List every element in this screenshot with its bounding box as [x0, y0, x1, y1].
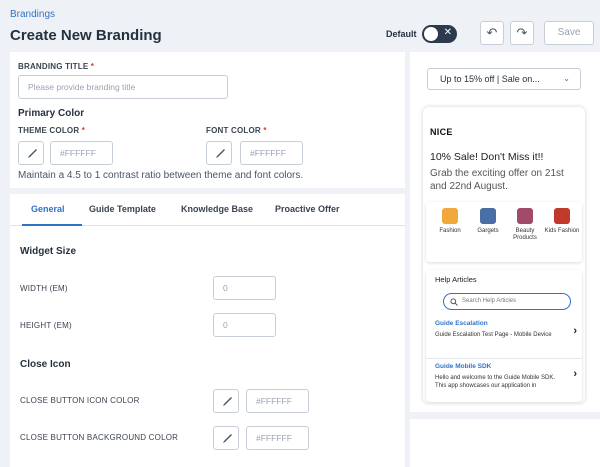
- category-kids-fashion[interactable]: Kids Fashion: [544, 208, 580, 235]
- font-color-picker-button[interactable]: [206, 141, 232, 165]
- font-color-input[interactable]: #FFFFFF: [240, 141, 303, 165]
- tab-knowledge-base[interactable]: Knowledge Base: [181, 204, 253, 214]
- dress-icon: [442, 208, 458, 224]
- category-fashion[interactable]: Fashion: [432, 208, 468, 235]
- close-bg-color-input[interactable]: #FFFFFF: [246, 426, 309, 450]
- chevron-down-icon: ⌄: [563, 74, 570, 83]
- eyedropper-icon: [223, 397, 232, 406]
- offer-select-value: Up to 15% off | Sale on...: [440, 74, 540, 84]
- close-bg-color-picker-button[interactable]: [213, 426, 239, 450]
- toggle-knob: [424, 27, 438, 41]
- preview-logo: NICE: [430, 127, 453, 137]
- theme-color-input[interactable]: #FFFFFF: [50, 141, 113, 165]
- article-title: Guide Escalation: [435, 320, 488, 327]
- height-input[interactable]: 0: [213, 313, 276, 337]
- widget-size-heading: Widget Size: [20, 246, 77, 257]
- width-input[interactable]: 0: [213, 276, 276, 300]
- close-bg-color-label: CLOSE BUTTON BACKGROUND COLOR: [20, 433, 179, 442]
- tab-proactive-offer[interactable]: Proactive Offer: [275, 204, 340, 214]
- page-title: Create New Branding: [10, 27, 162, 44]
- tab-guide-template[interactable]: Guide Template: [89, 204, 156, 214]
- undo-icon: ↶: [486, 25, 498, 40]
- branding-tabs-panel: General Guide Template Knowledge Base Pr…: [10, 194, 405, 467]
- redo-button[interactable]: ↷: [510, 21, 534, 45]
- article-item[interactable]: Guide Escalation Guide Escalation Test P…: [435, 320, 577, 339]
- category-gargets[interactable]: Gargets: [470, 208, 506, 235]
- default-label: Default: [386, 29, 417, 39]
- kids-icon: [554, 208, 570, 224]
- width-label: WIDTH (EM): [20, 284, 68, 293]
- default-toggle[interactable]: ✕: [422, 25, 457, 43]
- offer-select[interactable]: Up to 15% off | Sale on... ⌄: [427, 68, 581, 90]
- close-icon-color-picker-button[interactable]: [213, 389, 239, 413]
- search-icon: [450, 298, 458, 306]
- widget-preview: NICE 10% Sale! Don't Miss it!! Grab the …: [423, 107, 585, 403]
- eyedropper-icon: [216, 149, 225, 158]
- laptop-icon: [480, 208, 496, 224]
- category-label: Fashion: [439, 228, 461, 234]
- beauty-icon: [517, 208, 533, 224]
- height-label: HEIGHT (EM): [20, 321, 72, 330]
- preview-panel: Up to 15% off | Sale on... ⌄ NICE 10% Sa…: [410, 52, 600, 412]
- category-grid: Fashion Gargets Beauty Products Kids Fas…: [426, 202, 582, 262]
- category-label: Beauty Products: [513, 228, 537, 241]
- preview-headline: 10% Sale! Don't Miss it!!: [430, 151, 544, 163]
- category-label: Kids Fashion: [544, 228, 580, 234]
- primary-color-heading: Primary Color: [18, 108, 85, 119]
- eyedropper-icon: [223, 434, 232, 443]
- header-bar: Brandings Create New Branding Default ✕ …: [0, 0, 600, 52]
- help-articles-card: Help Articles Search Help Articles Guide…: [426, 270, 582, 402]
- preview-subtext: Grab the exciting offer on 21st and 22nd…: [430, 168, 564, 192]
- active-tab-indicator: [22, 224, 82, 226]
- close-icon-heading: Close Icon: [20, 359, 71, 370]
- branding-settings-panel: BRANDING TITLE * Please provide branding…: [10, 52, 405, 188]
- contrast-hint: Maintain a 4.5 to 1 contrast ratio betwe…: [18, 170, 304, 181]
- chevron-right-icon: ›: [573, 368, 577, 380]
- article-description: Guide Escalation Test Page - Mobile Devi…: [435, 332, 552, 338]
- redo-icon: ↷: [516, 25, 528, 40]
- close-icon-color-label: CLOSE BUTTON ICON COLOR: [20, 396, 140, 405]
- breadcrumb[interactable]: Brandings: [10, 9, 55, 20]
- help-search-input[interactable]: Search Help Articles: [443, 293, 571, 310]
- close-icon: ✕: [443, 27, 452, 38]
- help-search-placeholder: Search Help Articles: [462, 298, 517, 304]
- save-button[interactable]: Save: [544, 21, 594, 45]
- article-item[interactable]: Guide Mobile SDK Hello and welcome to th…: [435, 363, 577, 390]
- preview-column: Up to 15% off | Sale on... ⌄ NICE 10% Sa…: [410, 52, 600, 467]
- tab-general[interactable]: General: [31, 204, 65, 214]
- preview-footer-panel: [410, 419, 600, 467]
- font-color-label: FONT COLOR *: [206, 126, 267, 135]
- branding-title-label: BRANDING TITLE *: [18, 62, 95, 71]
- article-divider: [426, 358, 582, 359]
- article-title: Guide Mobile SDK: [435, 363, 492, 370]
- category-label: Gargets: [477, 228, 499, 234]
- branding-title-input[interactable]: Please provide branding title: [18, 75, 228, 99]
- category-beauty-products[interactable]: Beauty Products: [507, 208, 543, 242]
- help-articles-title: Help Articles: [435, 275, 477, 284]
- tab-bar: General Guide Template Knowledge Base Pr…: [10, 194, 405, 226]
- undo-button[interactable]: ↶: [480, 21, 504, 45]
- close-icon-color-input[interactable]: #FFFFFF: [246, 389, 309, 413]
- article-description: Hello and welcome to the Guide Mobile SD…: [435, 375, 556, 389]
- eyedropper-icon: [28, 149, 37, 158]
- chevron-right-icon: ›: [573, 325, 577, 337]
- theme-color-label: THEME COLOR *: [18, 126, 86, 135]
- theme-color-picker-button[interactable]: [18, 141, 44, 165]
